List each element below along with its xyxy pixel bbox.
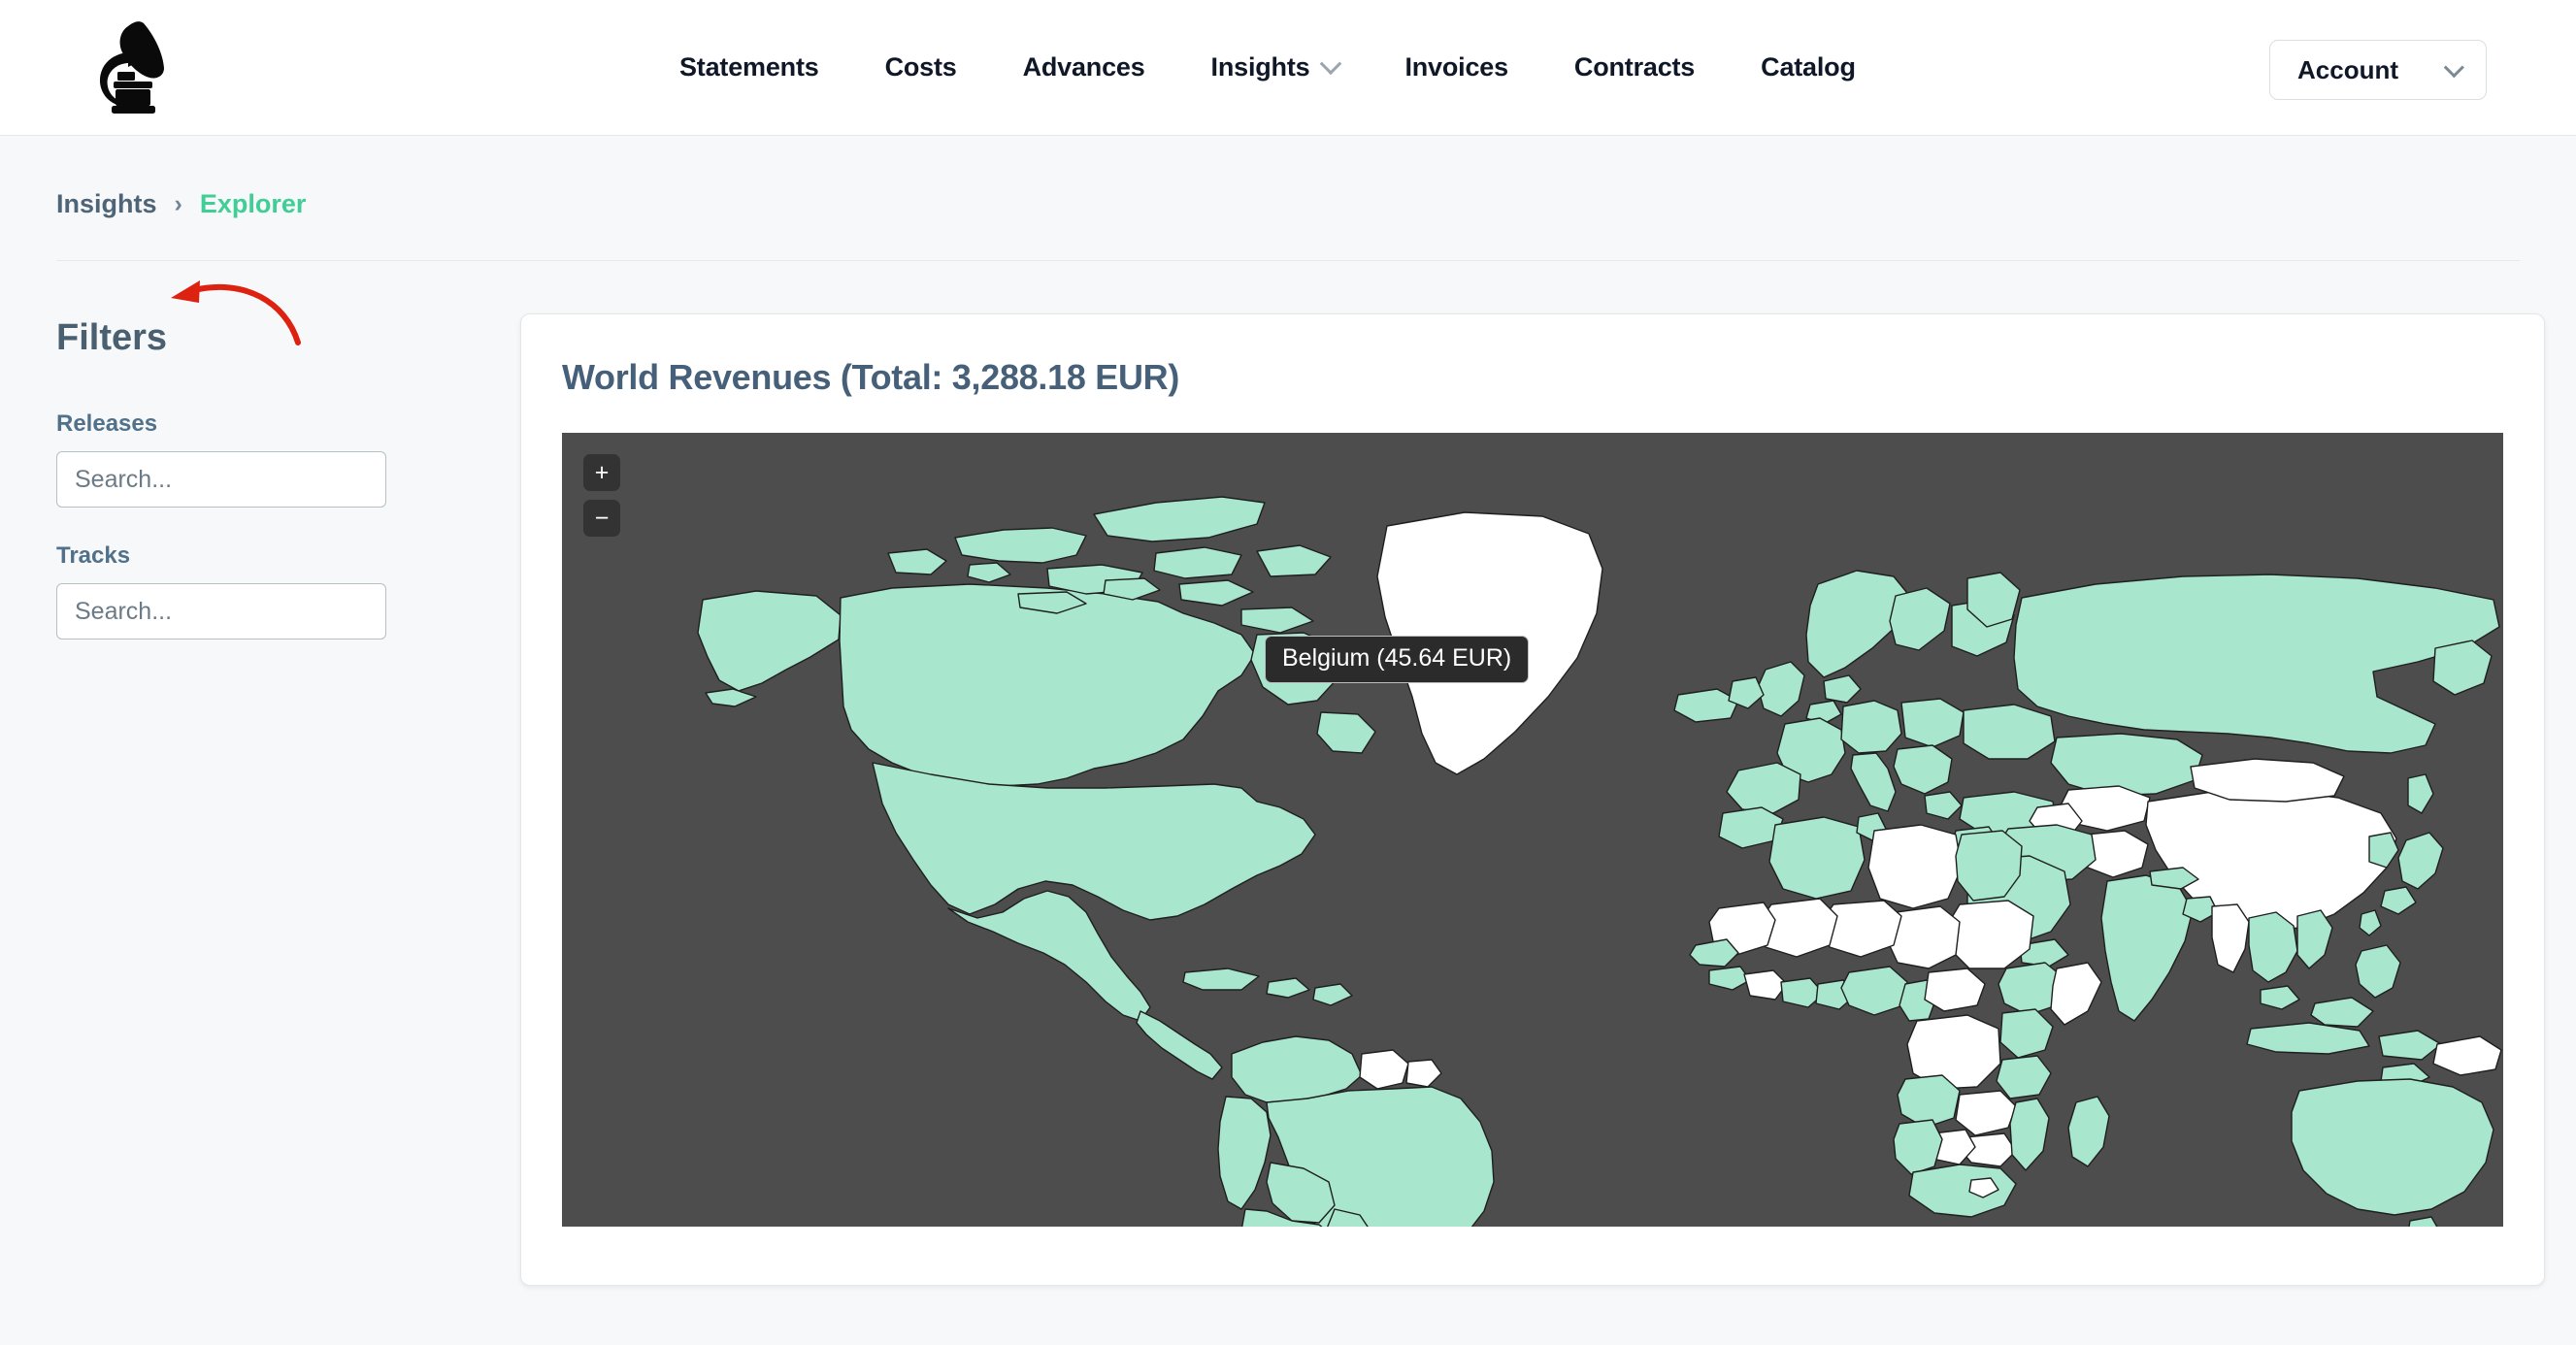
releases-search-input[interactable] [56,451,386,508]
account-menu-button[interactable]: Account [2269,40,2487,100]
filters-sidebar: Filters Releases Tracks [56,261,464,1286]
nav-label: Advances [1022,52,1145,82]
breadcrumb: Insights › Explorer [56,136,2520,261]
nav-label: Contracts [1573,52,1696,82]
nav-label: Insights [1210,52,1310,82]
nav-item-statements[interactable]: Statements [646,52,852,82]
top-navigation-bar: Statements Costs Advances Insights Invoi… [0,0,2576,136]
world-map-svg [562,433,2503,1227]
filter-group-tracks: Tracks [56,542,464,640]
breadcrumb-item-explorer[interactable]: Explorer [200,189,307,219]
nav-label: Statements [679,52,819,82]
account-label: Account [2297,54,2398,84]
nav-item-advances[interactable]: Advances [990,52,1178,82]
zoom-in-button[interactable]: + [583,454,620,491]
chevron-down-icon [1320,51,1342,75]
gramophone-logo[interactable] [85,20,169,115]
nav-item-catalog[interactable]: Catalog [1728,52,1889,82]
filter-group-releases: Releases [56,410,464,508]
breadcrumb-item-insights[interactable]: Insights [56,189,157,219]
nav-item-costs[interactable]: Costs [852,52,990,82]
main-nav: Statements Costs Advances Insights Invoi… [646,51,1889,82]
world-map[interactable]: + − Belgium (45.64 EUR) [562,433,2503,1227]
nav-label: Invoices [1404,52,1508,82]
nav-label: Costs [884,52,957,82]
page-body: Filters Releases Tracks World Revenues (… [0,261,2576,1286]
card-title: World Revenues (Total: 3,288.18 EUR) [562,357,1180,397]
breadcrumb-separator-icon: › [174,190,182,217]
world-revenues-card: World Revenues (Total: 3,288.18 EUR) + −… [520,313,2545,1286]
zoom-out-button[interactable]: − [583,500,620,537]
map-zoom-controls: + − [583,454,620,537]
nav-label: Catalog [1761,52,1856,82]
filter-label-tracks: Tracks [56,542,131,569]
nav-item-invoices[interactable]: Invoices [1371,52,1540,82]
nav-item-contracts[interactable]: Contracts [1541,52,1728,82]
tracks-search-input[interactable] [56,583,386,640]
chevron-down-icon [2443,56,2464,78]
filters-title: Filters [56,317,168,358]
filter-label-releases: Releases [56,410,158,437]
map-tooltip: Belgium (45.64 EUR) [1265,636,1530,683]
nav-item-insights[interactable]: Insights [1178,51,1372,82]
